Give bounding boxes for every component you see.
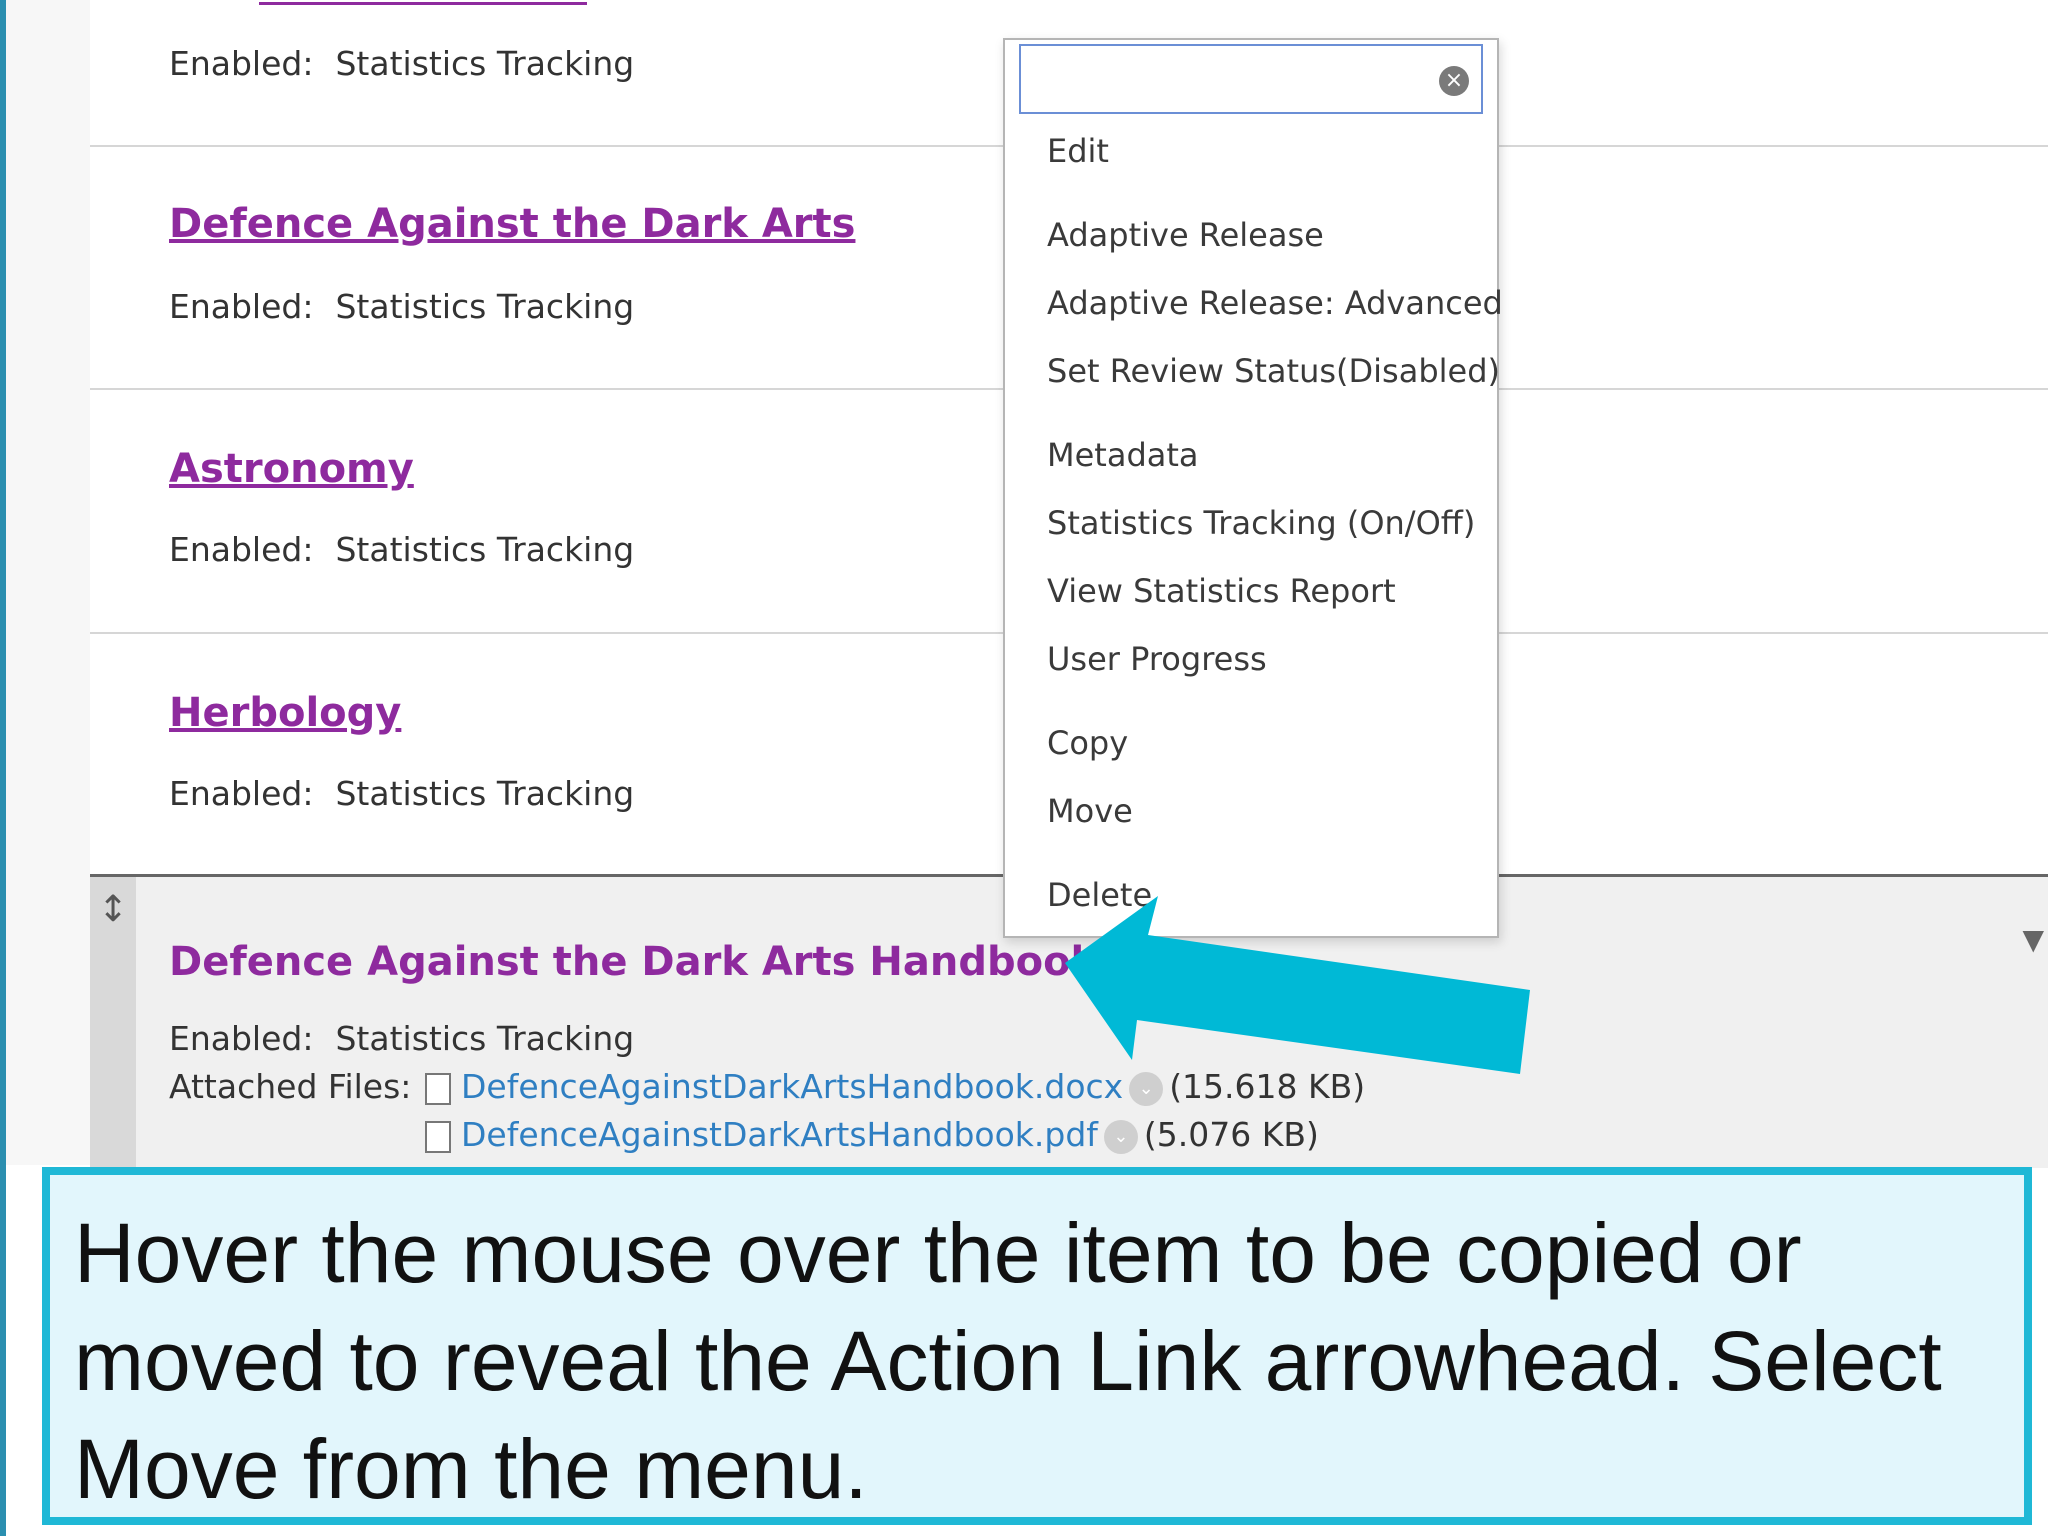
menu-item-user-progress[interactable]: User Progress (1047, 640, 1267, 678)
file-size: (15.618 KB) (1169, 1067, 1366, 1106)
file-icon (425, 1120, 451, 1153)
enabled-value: Statistics Tracking (335, 1019, 635, 1058)
drag-handle[interactable]: ↕ (90, 877, 136, 1168)
chevron-down-icon[interactable]: ⌄ (1129, 1071, 1164, 1106)
item-title-link-cutoff[interactable] (259, 0, 587, 5)
menu-item-copy[interactable]: Copy (1047, 724, 1128, 762)
clear-icon[interactable]: × (1439, 66, 1469, 96)
menu-search-input[interactable]: × (1019, 44, 1483, 114)
instruction-callout: Hover the mouse over the item to be copi… (42, 1167, 2032, 1525)
enabled-value: Statistics Tracking (335, 774, 635, 813)
file-icon (425, 1072, 451, 1105)
file-link[interactable]: DefenceAgainstDarkArtsHandbook.docx (461, 1067, 1123, 1106)
item-title-link[interactable]: Herbology (169, 690, 401, 736)
file-link[interactable]: DefenceAgainstDarkArtsHandbook.pdf (461, 1115, 1098, 1154)
menu-item-move[interactable]: Move (1047, 792, 1133, 830)
item-enabled-row: Enabled: Statistics Tracking (169, 44, 634, 83)
attached-files-label: Attached Files: (169, 1067, 412, 1106)
menu-item-adaptive-release-advanced[interactable]: Adaptive Release: Advanced (1047, 284, 1503, 322)
file-size: (5.076 KB) (1143, 1115, 1319, 1154)
item-enabled-row: Enabled: Statistics Tracking (169, 287, 634, 326)
chevron-down-icon[interactable]: ⌄ (1107, 944, 1148, 984)
enabled-label: Enabled: (169, 774, 314, 813)
item-enabled-row: Enabled: Statistics Tracking (169, 774, 634, 813)
left-gutter (6, 0, 90, 1165)
enabled-value: Statistics Tracking (335, 287, 635, 326)
menu-item-edit[interactable]: Edit (1047, 132, 1109, 170)
item-enabled-row: Enabled: Statistics Tracking (169, 530, 634, 569)
chevron-down-icon[interactable]: ⌄ (1103, 1119, 1138, 1154)
drag-handle-icon[interactable]: ↕ (98, 889, 128, 930)
menu-item-set-review-status[interactable]: Set Review Status(Disabled) (1047, 352, 1500, 390)
enabled-value: Statistics Tracking (335, 44, 635, 83)
enabled-label: Enabled: (169, 530, 314, 569)
enabled-label: Enabled: (169, 44, 314, 83)
attached-file: DefenceAgainstDarkArtsHandbook.pdf ⌄ (5.07… (425, 1115, 1319, 1154)
item-title-link[interactable]: Astronomy (169, 446, 414, 492)
enabled-label: Enabled: (169, 1019, 314, 1058)
item-title-link[interactable]: Defence Against the Dark Arts (169, 201, 855, 247)
selected-item-title[interactable]: Defence Against the Dark Arts Handbook ⌄ (169, 939, 1148, 985)
menu-item-delete[interactable]: Delete (1047, 876, 1152, 914)
menu-item-metadata[interactable]: Metadata (1047, 436, 1199, 474)
action-menu: × Edit Adaptive Release Adaptive Release… (1003, 38, 1503, 938)
selected-item-title-text[interactable]: Defence Against the Dark Arts Handbook (169, 939, 1097, 985)
caret-down-icon[interactable]: ▼ (2022, 923, 2044, 956)
enabled-value: Statistics Tracking (335, 530, 635, 569)
menu-item-view-statistics-report[interactable]: View Statistics Report (1047, 572, 1396, 610)
menu-item-adaptive-release[interactable]: Adaptive Release (1047, 216, 1324, 254)
enabled-label: Enabled: (169, 287, 314, 326)
menu-item-statistics-tracking[interactable]: Statistics Tracking (On/Off) (1047, 504, 1475, 542)
attached-file: DefenceAgainstDarkArtsHandbook.docx ⌄ (15.… (425, 1067, 1365, 1106)
item-enabled-row: Enabled: Statistics Tracking (169, 1019, 634, 1058)
instruction-text: Hover the mouse over the item to be copi… (74, 1206, 1942, 1516)
